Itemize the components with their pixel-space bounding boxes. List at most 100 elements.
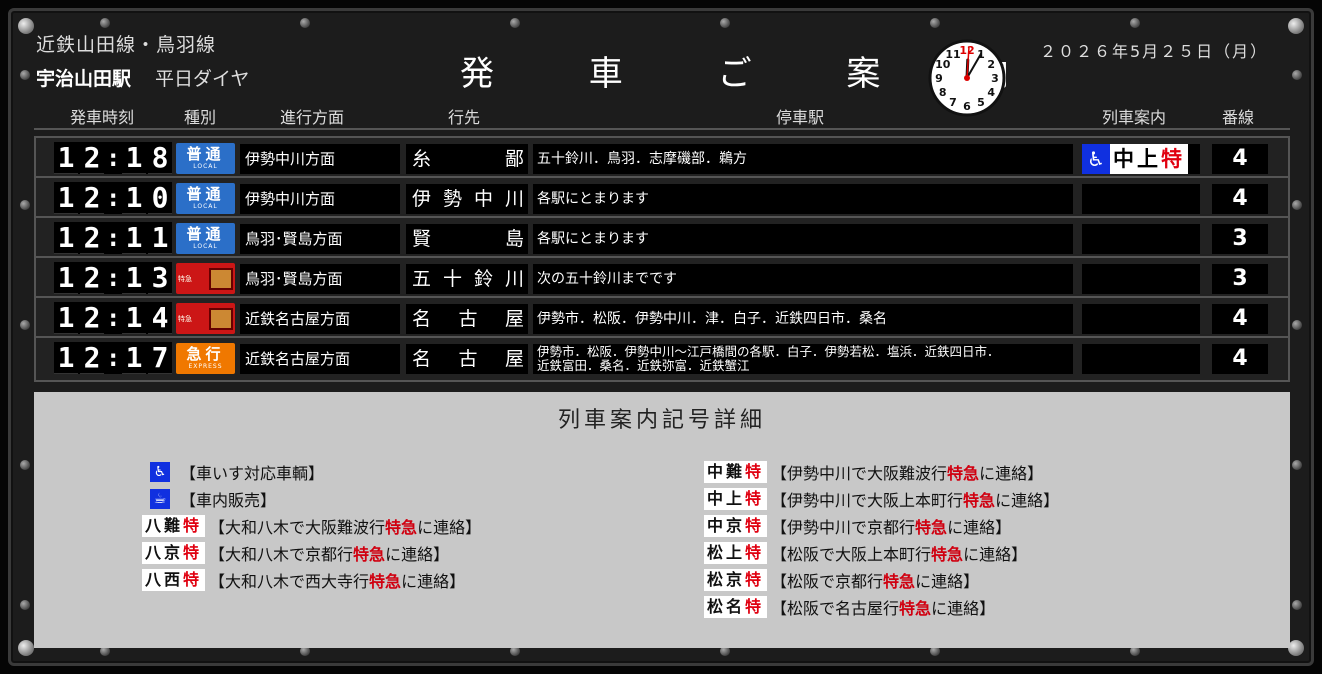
- train-info: [1082, 304, 1200, 334]
- legend-text-pre: 【大和八木で大阪難波行: [209, 518, 386, 537]
- frame-screw: [20, 600, 30, 610]
- legend-text-post: に連絡】: [915, 572, 980, 591]
- destination-char: 島: [504, 228, 524, 250]
- train-info: ♿ 中上特: [1082, 144, 1200, 174]
- legend-badge-code: 松京: [707, 570, 746, 589]
- train-row: 1 2:1 4 特急 近鉄名古屋方面名古屋伊勢市．松阪．伊勢中川．津．白子．近鉄四日市．…: [36, 298, 1288, 338]
- destination-char: 伊: [412, 188, 432, 210]
- train-row: 1 2:1 8 普通 LOCAL 伊勢中川方面糸鄙五十鈴川．鳥羽．志摩磯部．鵜方 ♿ 中上特 4: [36, 138, 1288, 178]
- train-type-label: 普通: [186, 145, 225, 163]
- connection-limited-mark: 特: [1161, 147, 1185, 171]
- time-digit: 1: [54, 262, 78, 294]
- legend-text-highlight: 特急: [353, 545, 386, 564]
- col-direction: 進行方面: [280, 108, 345, 127]
- train-type-badge: 特急: [176, 263, 235, 294]
- train-direction: 伊勢中川方面: [240, 184, 400, 214]
- legend-text-pre: 【松阪で大阪上本町行: [771, 545, 932, 564]
- col-platform: 番線: [1222, 108, 1255, 127]
- clock-center: [964, 75, 970, 81]
- train-destination: 糸鄙: [406, 144, 528, 174]
- legend-badge-code: 松名: [707, 597, 746, 616]
- legend-text-highlight: 特急: [899, 599, 932, 618]
- legend-item: 八西特 【大和八木で西大寺行 特急 に連絡】: [142, 568, 465, 592]
- legend-text-pre: 【松阪で京都行: [771, 572, 884, 591]
- limited-express-train-icon: [209, 267, 233, 290]
- frame-screw: [720, 18, 730, 28]
- col-train-info: 列車案内: [1102, 108, 1167, 127]
- time-digit: 1: [54, 142, 78, 174]
- frame-screw: [300, 18, 310, 28]
- time-digit: 2: [80, 262, 104, 294]
- time-digit: 1: [54, 182, 78, 214]
- departure-time: 12:18: [54, 142, 172, 174]
- legend-badge-mark: 特: [745, 597, 765, 616]
- train-stops: 各駅にとまります: [533, 184, 1073, 214]
- time-digit: 7: [148, 342, 172, 374]
- legend-badge-mark: 特: [183, 543, 203, 562]
- destination-char: 川: [504, 188, 524, 210]
- legend-badge: 八難特: [142, 515, 206, 537]
- time-digit: 2: [80, 302, 104, 334]
- limited-express-label: 特急: [178, 314, 192, 323]
- time-digit: 1: [122, 222, 146, 254]
- legend-badge: 中上特: [704, 488, 768, 510]
- legend-badge-code: 松上: [707, 543, 746, 562]
- destination-char: 古: [458, 348, 478, 370]
- clock-number: 12: [959, 44, 974, 57]
- train-direction: 近鉄名古屋方面: [240, 344, 400, 374]
- connection-badge: 中上特: [1110, 144, 1188, 174]
- legend-badge: 松名特: [704, 596, 768, 618]
- clock-number: 3: [991, 72, 999, 85]
- legend-badge-mark: 特: [745, 543, 765, 562]
- legend-text-highlight: 特急: [963, 491, 996, 510]
- departure-time: 12:11: [54, 222, 172, 254]
- legend-text-pre: 【伊勢中川で京都行: [771, 518, 916, 537]
- legend-item: 中難特 【伊勢中川で大阪難波行 特急 に連絡】: [704, 460, 1043, 484]
- legend-badge: 八西特: [142, 569, 206, 591]
- train-row: 1 2:1 3 特急 鳥羽･賢島方面五十鈴川次の五十鈴川までです 3: [36, 258, 1288, 298]
- time-digit: 1: [54, 302, 78, 334]
- train-destination: 名古屋: [406, 304, 528, 334]
- legend-badge-mark: 特: [183, 516, 203, 535]
- legend-text-pre: 【伊勢中川で大阪上本町行: [771, 491, 964, 510]
- train-direction: 近鉄名古屋方面: [240, 304, 400, 334]
- time-digit: 1: [122, 342, 146, 374]
- departure-board: 1 2:1 8 普通 LOCAL 伊勢中川方面糸鄙五十鈴川．鳥羽．志摩磯部．鵜方 ♿ 中上特 4…: [34, 136, 1290, 382]
- wheelchair-icon: ♿: [1082, 144, 1110, 174]
- schedule-type: 平日ダイヤ: [155, 68, 250, 90]
- legend-item: 松上特 【松阪で大阪上本町行 特急 に連絡】: [704, 541, 1027, 565]
- legend-item: 中上特 【伊勢中川で大阪上本町行 特急 に連絡】: [704, 487, 1059, 511]
- frame-screw: [1292, 600, 1302, 610]
- legend-text-highlight: 特急: [915, 518, 948, 537]
- legend-text-post: に連絡】: [995, 491, 1060, 510]
- time-colon: :: [106, 264, 121, 292]
- time-colon: :: [106, 184, 121, 212]
- time-digit: 2: [80, 342, 104, 374]
- header-divider: [34, 128, 1290, 130]
- destination-char: 名: [412, 348, 432, 370]
- legend-item: 松名特 【松阪で名古屋行 特急 に連絡】: [704, 595, 995, 619]
- destination-char: 川: [504, 268, 524, 290]
- frame-screw: [1292, 320, 1302, 330]
- legend-panel: 列車案内記号詳細 ♿ 【車いす対応車輌】 ☕ 【車内販売】 八難特 【大和八木で大阪難波行…: [34, 392, 1290, 648]
- corner-screw-bl: [18, 640, 34, 656]
- frame-screw: [100, 18, 110, 28]
- frame-screw: [20, 320, 30, 330]
- frame-screw: [20, 460, 30, 470]
- destination-char: 鈴: [473, 268, 493, 290]
- platform-number: 4: [1212, 344, 1268, 374]
- legend-text-post: に連絡】: [401, 572, 466, 591]
- train-destination: 名古屋: [406, 344, 528, 374]
- time-digit: 2: [80, 222, 104, 254]
- departure-time: 12:14: [54, 302, 172, 334]
- col-stops: 停車駅: [776, 108, 825, 127]
- legend-text-pre: 【大和八木で西大寺行: [209, 572, 370, 591]
- limited-express-train-icon: [209, 307, 233, 330]
- legend-item: 八難特 【大和八木で大阪難波行 特急 に連絡】: [142, 514, 481, 538]
- train-destination: 伊勢中川: [406, 184, 528, 214]
- legend-badge-mark: 特: [745, 516, 765, 535]
- train-row: 1 2:1 0 普通 LOCAL 伊勢中川方面伊勢中川各駅にとまります 4: [36, 178, 1288, 218]
- train-info: [1082, 184, 1200, 214]
- frame-screw: [510, 18, 520, 28]
- station-name: 宇治山田駅: [36, 68, 132, 90]
